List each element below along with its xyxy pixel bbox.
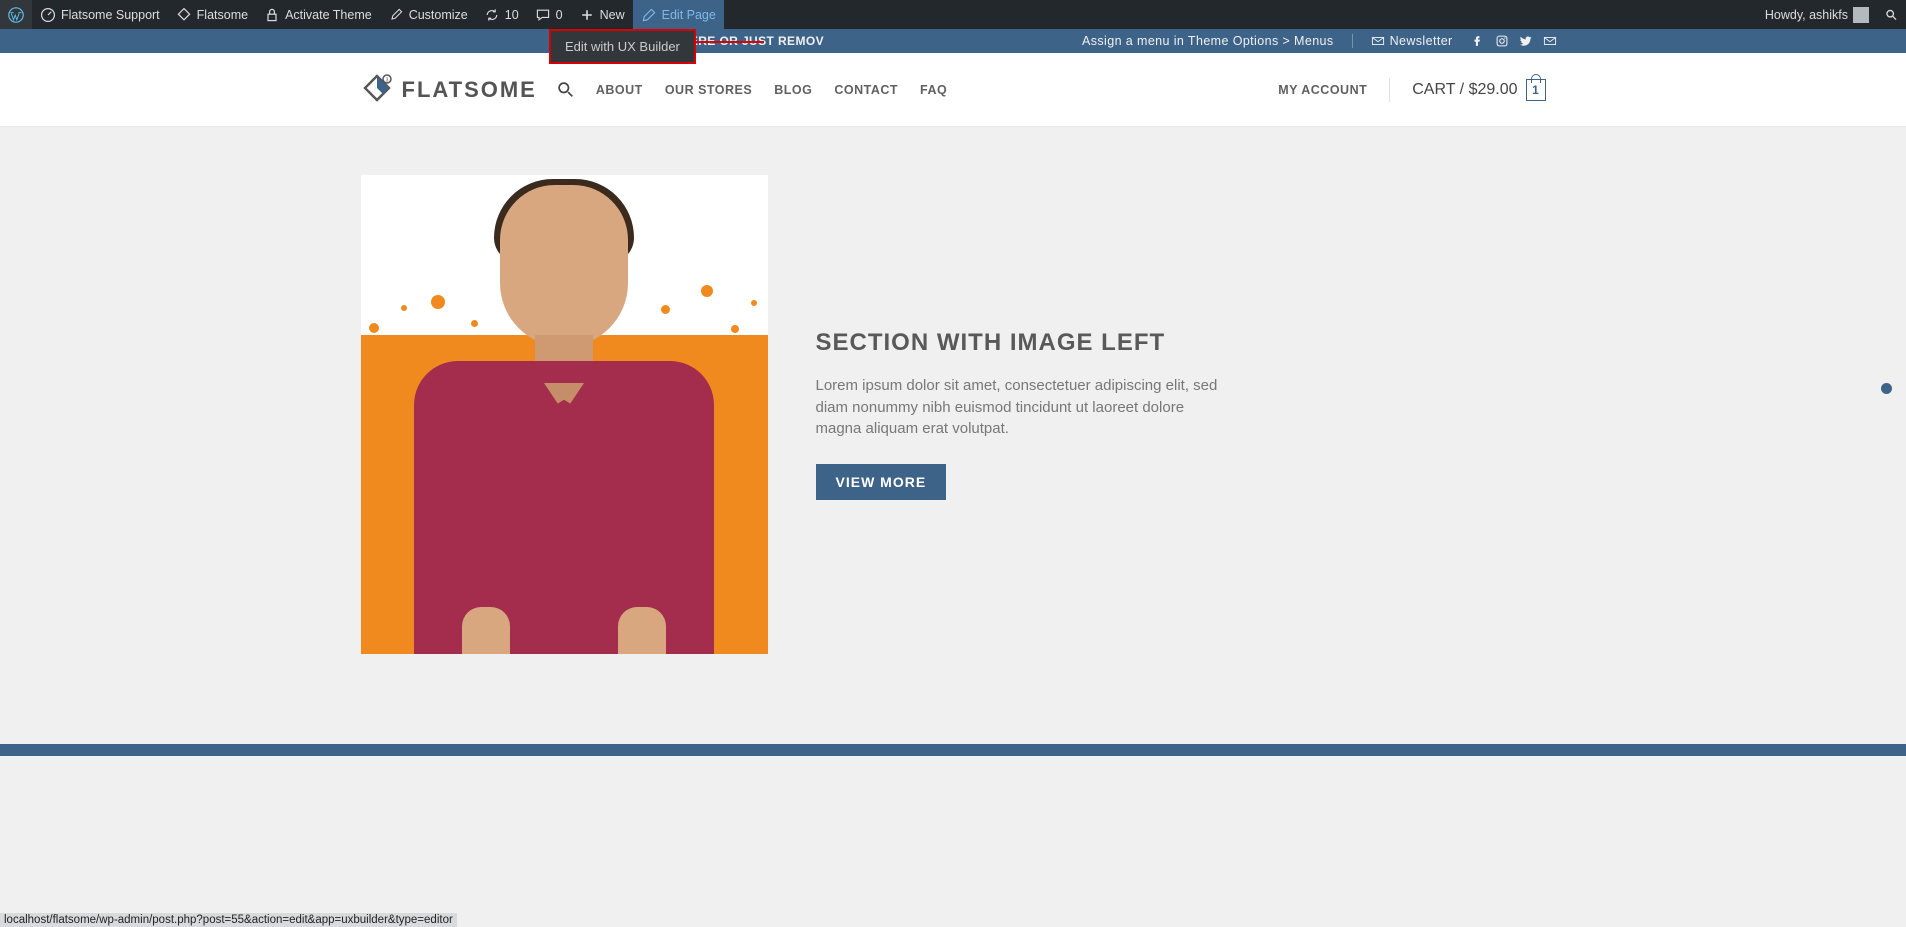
person-illustration — [404, 175, 724, 654]
topbar-menu-link[interactable]: Assign a menu in Theme Options > Menus — [1082, 34, 1334, 48]
comment-icon — [535, 7, 551, 23]
nav-about[interactable]: ABOUT — [596, 83, 643, 97]
svg-text:3: 3 — [385, 78, 388, 84]
header-right: MY ACCOUNT CART / $29.00 1 — [1278, 78, 1545, 102]
refresh-icon — [484, 7, 500, 23]
plus-icon — [579, 7, 595, 23]
section-title: SECTION WITH IMAGE LEFT — [816, 329, 1220, 357]
separator — [1352, 34, 1353, 48]
adminbar-label: Flatsome Support — [61, 8, 160, 22]
section-image-left: SECTION WITH IMAGE LEFT Lorem ipsum dolo… — [361, 175, 1546, 654]
adminbar-label: Edit Page — [662, 8, 716, 22]
lock-icon — [264, 7, 280, 23]
instagram-icon[interactable] — [1495, 34, 1509, 48]
adminbar-edit-page[interactable]: Edit Page — [633, 0, 724, 29]
separator — [1389, 78, 1390, 102]
browser-status-bar: localhost/flatsome/wp-admin/post.php?pos… — [0, 913, 457, 927]
scroll-indicator-dot[interactable] — [1881, 383, 1892, 394]
mail-icon — [1371, 34, 1385, 48]
adminbar-label: Activate Theme — [285, 8, 372, 22]
section-image — [361, 175, 768, 654]
twitter-icon[interactable] — [1519, 34, 1533, 48]
search-icon[interactable] — [557, 81, 574, 98]
adminbar-customize[interactable]: Customize — [380, 0, 476, 29]
nav-faq[interactable]: FAQ — [920, 83, 947, 97]
main-nav: ABOUT OUR STORES BLOG CONTACT FAQ — [557, 81, 947, 98]
adminbar-search[interactable] — [1877, 0, 1906, 29]
wp-logo[interactable] — [0, 0, 32, 29]
nav-blog[interactable]: BLOG — [774, 83, 812, 97]
flatsome-icon — [176, 7, 192, 23]
nav-contact[interactable]: CONTACT — [834, 83, 898, 97]
greeting-text: Howdy, ashikfs — [1765, 8, 1848, 22]
logo-mark-icon: 3 — [361, 73, 394, 106]
cart-link[interactable]: CART / $29.00 1 — [1412, 79, 1545, 101]
logo[interactable]: 3 FLATSOME — [361, 73, 537, 106]
logo-text: FLATSOME — [402, 77, 537, 103]
adminbar-new[interactable]: New — [571, 0, 633, 29]
view-more-button[interactable]: VIEW MORE — [816, 464, 947, 500]
cart-label: CART / $29.00 — [1412, 81, 1517, 99]
cart-count: 1 — [1532, 83, 1539, 97]
avatar — [1853, 7, 1869, 23]
section-body: Lorem ipsum dolor sit amet, consectetuer… — [816, 375, 1220, 440]
wp-admin-bar: Flatsome Support Flatsome Activate Theme… — [0, 0, 1906, 29]
edit-with-ux-builder-dropdown[interactable]: Edit with UX Builder — [549, 29, 696, 64]
social-icons — [1471, 34, 1557, 48]
wordpress-icon — [8, 7, 24, 23]
mail-icon[interactable] — [1543, 34, 1557, 48]
dashboard-icon — [40, 7, 56, 23]
adminbar-label: New — [600, 8, 625, 22]
nav-our-stores[interactable]: OUR STORES — [665, 83, 752, 97]
adminbar-label: 10 — [505, 8, 519, 22]
adminbar-flatsome[interactable]: Flatsome — [168, 0, 256, 29]
adminbar-label: 0 — [556, 8, 563, 22]
newsletter-label: Newsletter — [1390, 34, 1453, 48]
adminbar-greeting[interactable]: Howdy, ashikfs — [1757, 0, 1877, 29]
pencil-icon — [641, 7, 657, 23]
footer-band — [0, 744, 1906, 756]
site-header: 3 FLATSOME ABOUT OUR STORES BLOG CONTACT… — [0, 53, 1906, 127]
topbar: ADD ANYTHING HERE OR JUST REMOV Assign a… — [0, 29, 1906, 53]
my-account-link[interactable]: MY ACCOUNT — [1278, 83, 1367, 97]
cart-badge-icon: 1 — [1526, 79, 1546, 101]
adminbar-activate-theme[interactable]: Activate Theme — [256, 0, 380, 29]
section-text: SECTION WITH IMAGE LEFT Lorem ipsum dolo… — [816, 329, 1220, 500]
adminbar-label: Customize — [409, 8, 468, 22]
facebook-icon[interactable] — [1471, 34, 1485, 48]
brush-icon — [388, 7, 404, 23]
search-icon — [1885, 7, 1898, 23]
adminbar-flatsome-support[interactable]: Flatsome Support — [32, 0, 168, 29]
adminbar-updates[interactable]: 10 — [476, 0, 527, 29]
newsletter-link[interactable]: Newsletter — [1371, 34, 1453, 48]
adminbar-comments[interactable]: 0 — [527, 0, 571, 29]
page-content: SECTION WITH IMAGE LEFT Lorem ipsum dolo… — [346, 127, 1561, 744]
adminbar-label: Flatsome — [197, 8, 248, 22]
